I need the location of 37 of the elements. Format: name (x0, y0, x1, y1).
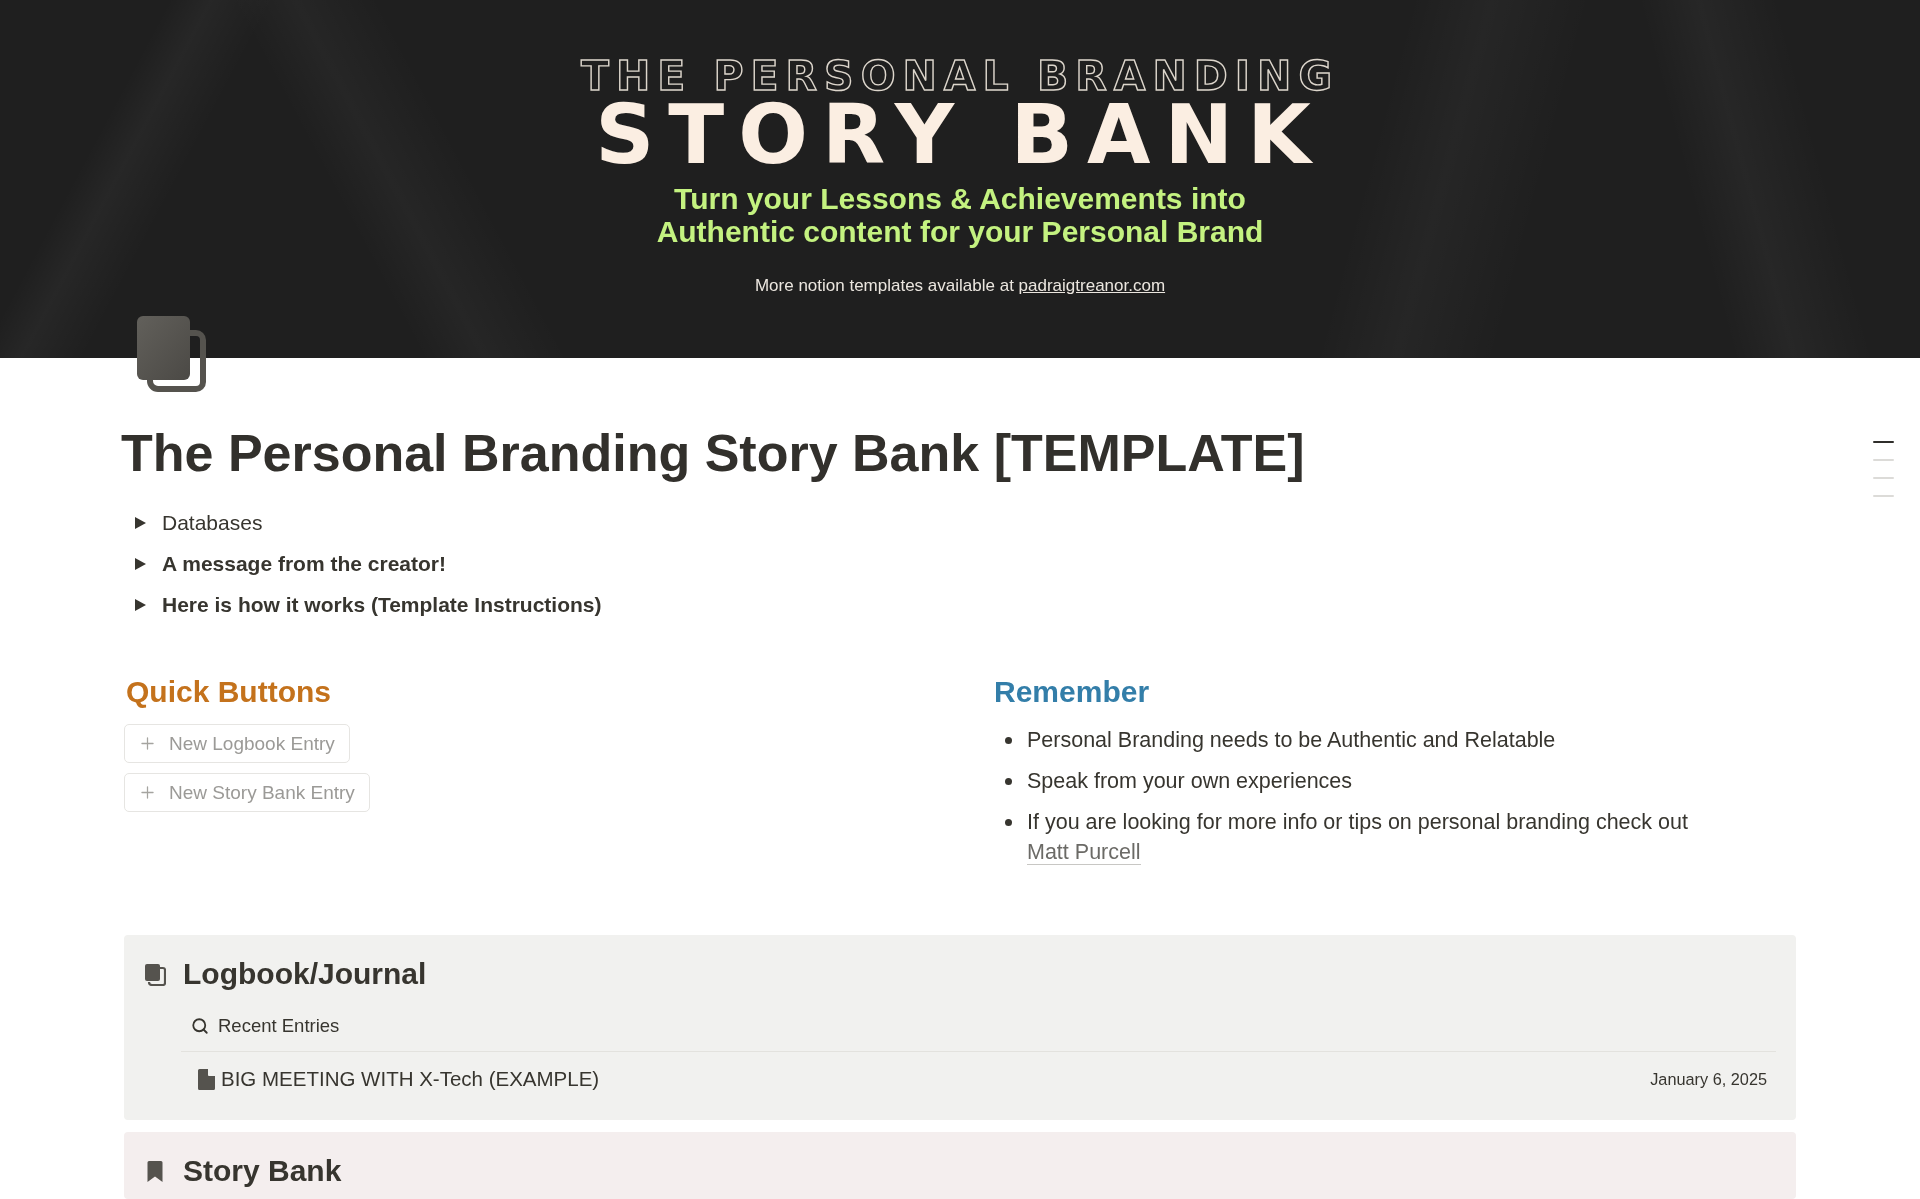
entry-title[interactable]: BIG MEETING WITH X-Tech (EXAMPLE) (221, 1067, 600, 1091)
plus-icon (138, 783, 157, 802)
outline-marker[interactable] (1873, 459, 1894, 461)
bullet-dot-icon (1005, 736, 1012, 744)
toggle-label: Here is how it works (Template Instructions) (162, 591, 602, 618)
toggle-label: A message from the creator! (162, 550, 446, 577)
stacked-pages-icon (144, 962, 166, 986)
website-link[interactable]: padraigtreanor.com (1018, 276, 1166, 295)
cover-note: More notion templates available at padraigtreanor.com (754, 275, 1166, 297)
search-icon (191, 1017, 209, 1035)
entry-date: January 6, 2025 (1650, 1069, 1767, 1089)
bullet-text: Speak from your own experiences (1027, 768, 1353, 795)
document-icon (198, 1068, 215, 1090)
cover-kicker: THE PERSONAL BRANDING (580, 56, 1340, 97)
stacked-pages-icon[interactable] (136, 316, 206, 392)
section-heading: Quick Buttons (126, 674, 332, 710)
bookmark-icon (144, 1159, 166, 1183)
bullet-dot-icon (1005, 818, 1012, 826)
outline-marker[interactable] (1873, 441, 1894, 443)
database-title: Story Bank (183, 1153, 342, 1189)
bullet-dot-icon (1005, 777, 1012, 785)
caret-icon[interactable] (135, 598, 146, 611)
outline-marker[interactable] (1873, 477, 1894, 479)
cover-tagline: Turn your Lessons & Achievements into Authentic content for your Personal Brand (656, 182, 1264, 248)
section-heading: Remember (994, 674, 1151, 710)
plus-icon (138, 734, 157, 753)
view-tab[interactable]: Recent Entries (181, 1010, 344, 1042)
database-title: Logbook/Journal (183, 956, 427, 992)
bullet-text: If you are looking for more info or tips on personal branding check out Matt Purcell (1027, 809, 1689, 867)
caret-icon[interactable] (135, 557, 146, 570)
caret-icon[interactable] (135, 516, 146, 529)
page-title: The Personal Branding Story Bank [TEMPLATE] (121, 423, 1306, 483)
text-link[interactable]: Matt Purcell (1027, 840, 1141, 865)
cover-title: STORY BANK (595, 94, 1325, 176)
bullet-text: Personal Branding needs to be Authentic and Relatable (1027, 727, 1556, 754)
toggle-label: Databases (162, 509, 263, 536)
outline-marker[interactable] (1873, 495, 1894, 497)
